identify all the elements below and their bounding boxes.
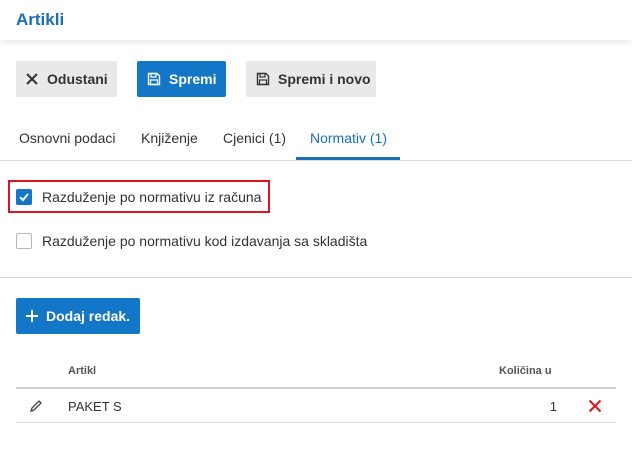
save-and-new-button[interactable]: Spremi i novo	[246, 61, 376, 97]
tab-normative[interactable]: Normativ (1)	[310, 130, 387, 146]
add-row-button-label: Dodaj redak.	[46, 308, 131, 324]
tab-bar: Osnovni podaci Knjiženje Cjenici (1) Nor…	[0, 119, 632, 161]
plus-icon	[26, 310, 38, 322]
page-title: Artikli	[16, 10, 65, 29]
invoice-normative-option[interactable]: Razduženje po normativu iz računa	[16, 187, 261, 207]
table-row: PAKET S 1	[16, 389, 616, 423]
save-button[interactable]: Spremi	[137, 61, 226, 97]
row-item-name: PAKET S	[68, 399, 122, 414]
warehouse-normative-option[interactable]: Razduženje po normativu kod izdavanja sa…	[16, 231, 367, 251]
page-header: Artikli	[0, 0, 632, 40]
tab-posting[interactable]: Knjiženje	[141, 130, 198, 146]
cancel-button[interactable]: Odustani	[16, 61, 117, 97]
cancel-button-label: Odustani	[47, 71, 108, 87]
edit-icon[interactable]	[29, 399, 43, 413]
tab-price-lists[interactable]: Cjenici (1)	[223, 130, 286, 146]
section-divider	[0, 277, 632, 278]
active-tab-indicator	[296, 157, 400, 160]
delete-icon[interactable]	[588, 399, 602, 413]
table-header: Artikl Količina u	[16, 353, 616, 389]
save-icon	[256, 72, 270, 86]
save-icon	[147, 72, 161, 86]
invoice-normative-label: Razduženje po normativu iz računa	[42, 189, 262, 205]
save-and-new-button-label: Spremi i novo	[278, 71, 371, 87]
add-row-button[interactable]: Dodaj redak.	[16, 298, 140, 334]
invoice-normative-checkbox[interactable]	[16, 189, 32, 205]
warehouse-normative-label: Razduženje po normativu kod izdavanja sa…	[42, 233, 368, 249]
save-button-label: Spremi	[169, 71, 217, 87]
column-header-item: Artikl	[68, 365, 97, 377]
warehouse-normative-checkbox[interactable]	[16, 233, 32, 249]
close-icon	[25, 72, 39, 86]
column-header-quantity: Količina u	[499, 365, 552, 377]
row-quantity: 1	[549, 399, 557, 414]
checkmark-icon	[19, 193, 29, 202]
tab-basic-data[interactable]: Osnovni podaci	[19, 130, 116, 146]
